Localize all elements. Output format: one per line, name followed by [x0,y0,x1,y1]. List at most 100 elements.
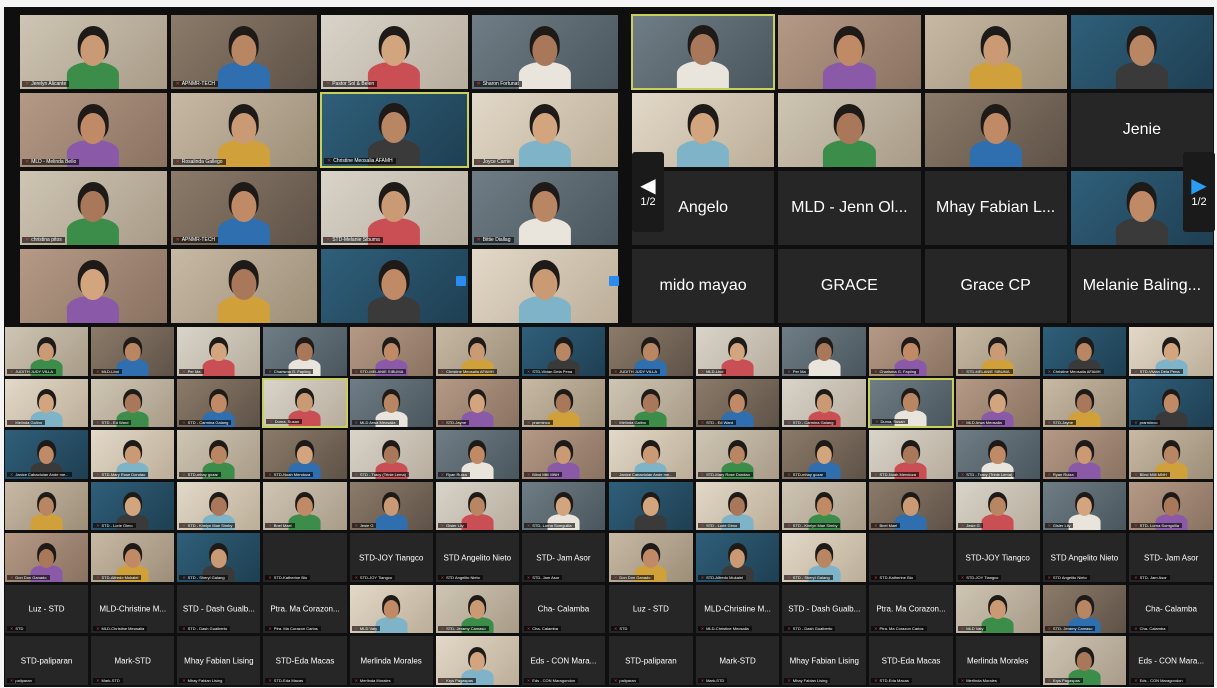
participant-tile[interactable]: Mhay Fabian Lising ✕ Mhay Fabian Lising [781,635,868,686]
participant-tile[interactable]: ✕ STD-Jayne [1041,377,1128,429]
participant-tile[interactable]: ✕ STD- Lorna Somguilla [520,480,606,532]
participant-tile[interactable]: ✕ MLD Arwa Meosalia [954,377,1041,429]
participant-tile[interactable]: ✕ STD - Ed Ward [90,377,176,429]
participant-tile[interactable]: ✕ STD - Sheryl Galang [781,532,868,583]
participant-tile[interactable]: ✕ STD-MELANIE SIBUMA [348,326,434,377]
participant-tile[interactable]: ✕ Rosalinda Gallego [169,92,318,168]
participant-tile[interactable]: STD - Dash Gualb... ✕ STD - Dash Gualberto [176,583,262,635]
participant-tile[interactable]: ✕ STD - Carmina Galang [176,377,262,429]
participant-tile[interactable]: ✕ MLD Arwa Meosalia [348,377,434,429]
participant-tile[interactable]: ✕ STD - Lorie Gimo [694,480,781,532]
participant-tile[interactable]: Mark-STD ✕ Mark-STD [90,635,176,686]
participant-tile[interactable]: STD-JOY Tiangco ✕ STD-JOY Tiangco [954,532,1041,583]
participant-tile[interactable] [631,14,776,90]
participant-tile[interactable]: ✕ STD-Vivian Dela Pena [1128,326,1214,377]
participant-tile[interactable]: STD-JOY Tiangco ✕ STD-JOY Tiangco [348,532,434,583]
participant-tile[interactable]: ✕ STD-Katherine Bio [262,532,348,583]
participant-tile[interactable]: ✕ STD - Carmina Galang [781,377,868,429]
participant-tile[interactable]: ✕ STD - Lorie Gimo [90,480,176,532]
participant-tile[interactable]: GRACE [777,248,922,324]
participant-tile[interactable]: ✕ Melinda Galino [4,377,90,429]
participant-tile[interactable]: ✕ Melinda Galino [608,377,694,429]
participant-tile[interactable]: ✕ APNMR-TECH [169,170,318,246]
participant-tile[interactable]: ✕ Bnel Mael [868,480,954,532]
participant-tile[interactable]: Luz - STD ✕ STD [608,583,694,635]
participant-tile[interactable]: Mark-STD ✕ Mark-STD [694,635,781,686]
participant-tile[interactable]: ✕ STD-mhay gozar [781,429,868,480]
participant-tile[interactable]: ✕ Christine Meosalia AFAMH [1041,326,1128,377]
participant-tile[interactable]: ✕ STD-Melanie Sibuma [320,170,469,246]
participant-tile[interactable]: ✕ MLD Vaty [954,583,1041,635]
participant-tile[interactable] [4,480,90,532]
participant-tile[interactable]: ✕ STD- Jeramy Camaso [1041,583,1128,635]
participant-tile[interactable]: ✕ Pastor Sol & Belen [320,14,469,90]
participant-tile[interactable]: Cha- Calamba ✕ Cha- Calamba [1128,583,1214,635]
participant-tile[interactable]: STD-paliparan ✕ paliparan [4,635,90,686]
participant-tile[interactable]: ✕ Don Don Ganado [4,532,90,583]
participant-tile[interactable]: Merlinda Morales ✕ Merlinda Morales [954,635,1041,686]
participant-tile[interactable] [19,248,168,324]
participant-tile[interactable]: ✕ Jerelyn Alicante [19,14,168,90]
participant-tile[interactable] [608,480,694,532]
participant-tile[interactable]: ✕ Krys Pagaspas [1041,635,1128,686]
participant-tile[interactable]: ✕ MLD Vaty [348,583,434,635]
participant-tile[interactable]: Cha- Calamba ✕ Cha- Calamba [520,583,606,635]
participant-tile[interactable]: ✕ Christine Meosalia AFAMH [434,326,520,377]
participant-tile[interactable]: ✕ Duma, Susan [868,377,954,429]
participant-tile[interactable]: ✕ APNMR-TECH [169,14,318,90]
participant-tile[interactable]: ✕ MLD - Melinda Bello [19,92,168,168]
participant-tile[interactable]: ✕ christina pitos [19,170,168,246]
participant-tile[interactable]: STD-Eda Macas ✕ STD-Eda Macas [868,635,954,686]
participant-tile[interactable]: ✕ Joyce Carrie [470,92,619,168]
participant-tile[interactable]: Eds - CON Mara... ✕ Eds - CON Maragondon [520,635,606,686]
participant-tile[interactable] [777,14,922,90]
participant-tile[interactable]: ✕ STD-Mary Rose Dondao [694,429,781,480]
participant-tile[interactable]: ✕ STD - Kimlyn Mae Simby [781,480,868,532]
participant-tile[interactable]: ✕ Krys Pagaspas [434,635,520,686]
participant-tile[interactable]: ✕ Janice Cabactulan Ande me... [608,429,694,480]
participant-tile[interactable]: ✕ Jesie G [954,480,1041,532]
participant-tile[interactable] [777,92,922,168]
participant-tile[interactable]: ✕ Blind Milli MNH [520,429,606,480]
participant-tile[interactable]: ✕ STD-mhay gozar [176,429,262,480]
participant-tile[interactable]: ✕ MLD-Lbol [90,326,176,377]
participant-tile[interactable] [470,248,619,324]
participant-tile[interactable]: ✕ Per Ma [176,326,262,377]
participant-tile[interactable]: MLD-Christine M... ✕ MLD-Christine Meosali… [90,583,176,635]
next-page-button[interactable]: ▶ 1/2 [1183,152,1215,232]
participant-tile[interactable]: ✕ Sharon Fortunat [470,14,619,90]
participant-tile[interactable]: ✕ JUDITH JUDY VILLA [608,326,694,377]
participant-tile[interactable]: Ptra. Ma Corazon... ✕ Ptra. Ma Corazon Car… [868,583,954,635]
participant-tile[interactable]: ✕ prarminco [1128,377,1214,429]
participant-tile[interactable]: Ptra. Ma Corazon... ✕ Ptra. Ma Corazon Car… [262,583,348,635]
participant-tile[interactable]: STD-Eda Macas ✕ STD-Eda Macas [262,635,348,686]
participant-tile[interactable]: ✕ STD- Lorna Somguilla [1128,480,1214,532]
participant-tile[interactable]: ✕ STD- Jeramy Camaso [434,583,520,635]
participant-tile[interactable]: ✕ STD-Noah Mendoza [868,429,954,480]
participant-tile[interactable]: ✕ Jesie G [348,480,434,532]
participant-tile[interactable]: Eds - CON Mara... ✕ Eds - CON Maragondon [1128,635,1214,686]
participant-tile[interactable]: MLD-Christine M... ✕ MLD-Christine Meosali… [694,583,781,635]
participant-tile[interactable]: ✕ Duma, Susan [262,377,348,429]
participant-tile[interactable]: ✕ Blind Milli MNH [1128,429,1214,480]
participant-tile[interactable]: ✕ Bittie Diallag [470,170,619,246]
participant-tile[interactable]: ✕ STD-Jayne [434,377,520,429]
participant-tile[interactable]: Grace CP [923,248,1068,324]
participant-tile[interactable]: ✕ STD - Sheryl Galang [176,532,262,583]
participant-tile[interactable]: ✕ Gisler Lily [1041,480,1128,532]
participant-tile[interactable]: ✕ STD-Mary Rose Dondao [90,429,176,480]
participant-tile[interactable]: Luz - STD ✕ STD [4,583,90,635]
participant-tile[interactable] [923,92,1068,168]
previous-page-button[interactable]: ◀ 1/2 [632,152,664,232]
participant-tile[interactable]: ✕ STD-Alfredo Mukalel [694,532,781,583]
participant-tile[interactable]: ✕ STD - Ed Ward [694,377,781,429]
participant-tile[interactable] [1069,14,1214,90]
participant-tile[interactable]: STD- Jam Asor ✕ STD- Jam Asor [520,532,606,583]
participant-tile[interactable]: ✕ STD-Alfredo Mukalel [90,532,176,583]
participant-tile[interactable]: STD Angelito Nieto ✕ STD Angelito Nieto [434,532,520,583]
participant-tile[interactable]: ✕ JUDITH JUDY VILLA [4,326,90,377]
participant-tile[interactable]: ✕ STD-Vivian Dela Pena [520,326,606,377]
participant-tile[interactable]: ✕ STD - Kimlyn Mae Simby [176,480,262,532]
participant-tile[interactable]: ✕ Charisma G. Fapiing [868,326,954,377]
participant-tile[interactable]: ✕ Per Ma [781,326,868,377]
